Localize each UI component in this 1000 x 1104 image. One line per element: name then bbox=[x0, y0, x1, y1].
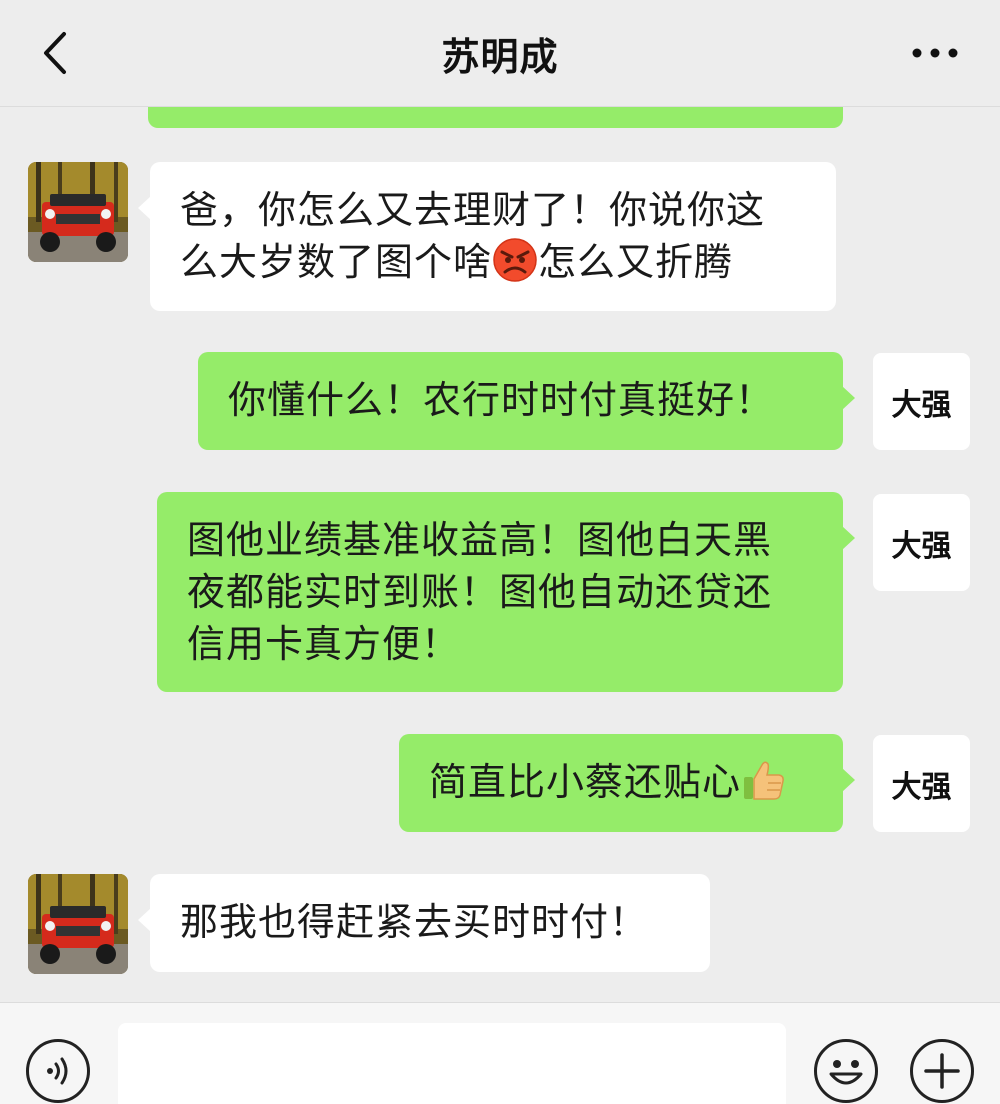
emoji-button[interactable] bbox=[814, 1039, 878, 1103]
message-bubble-incoming[interactable]: 爸，你怎么又去理财了！你说你这 么大岁数了图个啥 怎么又折腾 bbox=[138, 162, 836, 311]
voice-icon bbox=[47, 1057, 68, 1085]
message-text: 简直比小蔡还贴心 bbox=[429, 760, 742, 804]
message-bubble-partial[interactable] bbox=[148, 107, 843, 128]
back-button[interactable] bbox=[30, 26, 80, 80]
message-bubble-outgoing[interactable]: 图他业绩基准收益高！图他白天黑 夜都能实时到账！图他自动还贷还 信用卡真方便！ bbox=[157, 492, 855, 692]
input-bar bbox=[0, 1002, 1000, 1104]
chat-title: 苏明成 bbox=[441, 34, 559, 79]
plus-icon bbox=[924, 1053, 960, 1089]
avatar-sender[interactable]: 大强 bbox=[873, 353, 970, 450]
chevron-left-icon bbox=[44, 32, 66, 74]
jeep-photo-icon bbox=[28, 874, 128, 974]
message-bubble-outgoing[interactable]: 你懂什么！农行时时付真挺好！ bbox=[198, 352, 855, 450]
message-bubble-incoming[interactable]: 那我也得赶紧去买时时付！ bbox=[138, 874, 710, 972]
thumbs-up-icon bbox=[744, 761, 784, 800]
more-button[interactable] bbox=[910, 36, 960, 70]
avatar-label: 大强 bbox=[891, 528, 952, 564]
voice-button[interactable] bbox=[26, 1039, 90, 1103]
avatar-sender[interactable]: 大强 bbox=[873, 735, 970, 832]
message-input[interactable] bbox=[118, 1023, 786, 1104]
smiley-icon bbox=[829, 1060, 863, 1085]
avatar-jeep[interactable] bbox=[28, 162, 128, 262]
message-text: 怎么又折腾 bbox=[538, 240, 734, 284]
message-text: 那我也得赶紧去买时时付！ bbox=[180, 900, 649, 944]
message-text-line: 图他业绩基准收益高！图他白天黑 bbox=[187, 518, 773, 562]
message-text: 么大岁数了图个啥 bbox=[180, 240, 493, 284]
avatar-label: 大强 bbox=[891, 769, 952, 805]
plus-button[interactable] bbox=[910, 1039, 974, 1103]
message-list[interactable]: 爸，你怎么又去理财了！你说你这 么大岁数了图个啥 怎么又折腾 你懂什么！农行时时… bbox=[0, 107, 1000, 1002]
message-text: 你懂什么！农行时时付真挺好！ bbox=[228, 378, 775, 422]
message-text-line: 爸，你怎么又去理财了！你说你这 bbox=[180, 188, 766, 232]
avatar-sender[interactable]: 大强 bbox=[873, 494, 970, 591]
message-bubble-outgoing[interactable]: 简直比小蔡还贴心 bbox=[399, 734, 855, 832]
chat-header: 苏明成 bbox=[0, 0, 1000, 107]
avatar-label: 大强 bbox=[891, 387, 952, 423]
jeep-photo-icon bbox=[28, 162, 128, 262]
message-text-line: 信用卡真方便！ bbox=[187, 622, 461, 666]
angry-face-icon bbox=[493, 238, 537, 282]
avatar-jeep[interactable] bbox=[28, 874, 128, 974]
more-dots-icon bbox=[912, 48, 958, 58]
message-text-line: 夜都能实时到账！图他自动还贷还 bbox=[187, 570, 773, 614]
message-text-line: 么大岁数了图个啥 怎么又折腾 bbox=[180, 236, 806, 288]
